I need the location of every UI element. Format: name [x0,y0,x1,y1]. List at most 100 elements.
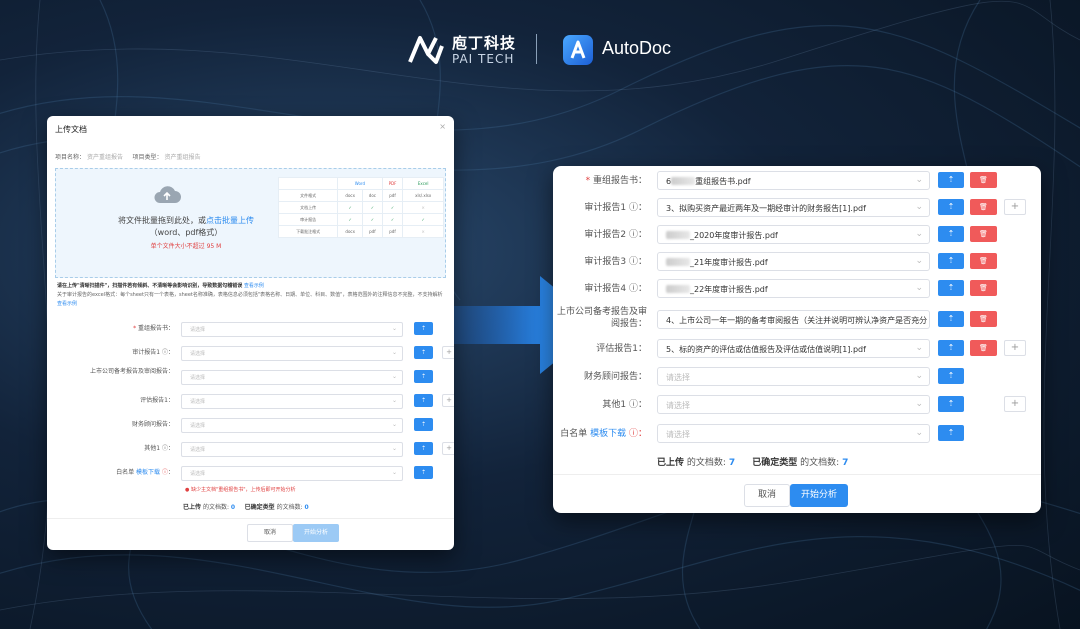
format-table-header: Word [337,177,383,190]
file-row: 审计报告1 ⓘ： 3、拟购买资产最近两年及一期经审计的财务报告[1].pdf ⌄ … [553,198,1041,218]
upload-button[interactable]: ⇡ [938,311,964,327]
add-row-button[interactable]: + [1004,199,1026,215]
batch-upload-link[interactable]: 点击批量上传 [206,216,254,225]
chevron-down-icon: ⌄ [391,325,397,332]
file-name: _21年度审计报告.pdf [690,258,768,267]
drop-formats: （word、pdf格式） [149,228,223,237]
chevron-down-icon: ⌄ [915,428,923,438]
notice-example-link-2[interactable]: 查看示例 [57,301,77,307]
add-row-button[interactable]: + [1004,396,1026,412]
upload-button[interactable]: ⇡ [938,368,964,384]
file-select[interactable]: 请选择 ⌄ [181,418,403,433]
document-counts: 已上传 的文档数: 0 已确定类型 的文档数: 0 [183,502,309,511]
file-name: _2020年度审计报告.pdf [690,231,778,240]
row-label: 白名单 模板下载 ⓘ： [560,428,647,440]
file-select[interactable]: 请选择 ⌄ [181,466,403,481]
product-name: AutoDoc [602,38,672,58]
file-select[interactable]: _21年度审计报告.pdf ⌄ [657,252,930,271]
file-select[interactable]: _2020年度审计报告.pdf ⌄ [657,225,930,244]
file-select[interactable]: _22年度审计报告.pdf ⌄ [657,279,930,298]
delete-button[interactable]: 🗑 [970,280,997,296]
cancel-button[interactable]: 取消 [744,484,790,507]
upload-button[interactable]: ⇡ [414,418,433,431]
delete-button[interactable]: 🗑 [970,172,997,188]
file-select[interactable]: 请选择 ⌄ [657,395,930,414]
uploaded-suffix: 的文档数: [686,458,726,468]
select-placeholder: 请选择 [666,401,690,410]
row-label: 上市公司备考报告及审阅报告： [89,368,174,375]
upload-button[interactable]: ⇡ [414,322,433,335]
file-select[interactable]: 请选择 ⌄ [181,442,403,457]
upload-button[interactable]: ⇡ [938,253,964,269]
start-analysis-button[interactable]: 开始分析 [293,524,339,542]
check-icon: ✓ [381,201,404,214]
upload-button[interactable]: ⇡ [414,466,433,479]
uploaded-label: 已上传 [183,504,202,511]
upload-button[interactable]: ⇡ [414,442,433,455]
upload-button[interactable]: ⇡ [938,226,964,242]
redacted-text [666,231,690,239]
upload-button[interactable]: ⇡ [938,396,964,412]
format-table-cell: docx [337,189,364,202]
check-icon: ✓ [362,201,383,214]
file-select[interactable]: 4、上市公司一年一期的备考审阅报告（关注并说明可辨认净资产是否充分 ⌄ [657,310,930,329]
select-value: _2020年度审计报告.pdf [666,230,778,241]
upload-button[interactable]: ⇡ [414,346,433,359]
upload-button[interactable]: ⇡ [938,280,964,296]
file-select[interactable]: 3、拟购买资产最近两年及一期经审计的财务报告[1].pdf ⌄ [657,198,930,217]
start-analysis-button[interactable]: 开始分析 [790,484,848,507]
uploaded-count: 7 [728,458,736,468]
add-row-button[interactable]: + [1004,340,1026,356]
delete-button[interactable]: 🗑 [970,226,997,242]
file-select[interactable]: 请选择 ⌄ [181,346,403,361]
delete-button[interactable]: 🗑 [970,311,997,327]
upload-button[interactable]: ⇡ [938,340,964,356]
chevron-down-icon: ⌄ [915,202,923,212]
file-size-limit: 单个文件大小不超过 95 M [150,243,222,250]
row-label: 审计报告1 ⓘ： [132,349,174,356]
delete-button[interactable]: 🗑 [970,253,997,269]
upload-button[interactable]: ⇡ [938,172,964,188]
format-table-cell: 下载批注格式 [277,225,339,238]
file-select[interactable]: 请选择 ⌄ [181,322,403,337]
delete-button[interactable]: 🗑 [970,199,997,215]
chevron-down-icon: ⌄ [391,445,397,452]
file-select[interactable]: 6 重组报告书.pdf ⌄ [657,171,930,190]
file-select[interactable]: 请选择 ⌄ [657,424,930,443]
cancel-button[interactable]: 取消 [247,524,293,542]
upload-button[interactable]: ⇡ [938,425,964,441]
notice-example-link[interactable]: 查看示例 [244,283,264,289]
file-drop-zone[interactable]: 将文件批量拖到此处，或点击批量上传 （word、pdf格式） 单个文件大小不超过… [55,168,446,278]
file-row: 白名单 模板下载 ⓘ： 请选择 ⌄ ⇡ [47,466,454,482]
file-select[interactable]: 请选择 ⌄ [657,367,930,386]
add-row-button[interactable]: + [442,394,454,407]
check-icon: ✓ [337,201,364,214]
add-row-button[interactable]: + [442,442,454,455]
uploaded-suffix: 的文档数: [202,504,229,511]
template-download-link[interactable]: 模板下载 [590,429,626,439]
upload-button[interactable]: ⇡ [414,370,433,383]
redacted-text [666,258,690,266]
delete-button[interactable]: 🗑 [970,340,997,356]
file-select[interactable]: 请选择 ⌄ [181,370,403,385]
upload-button[interactable]: ⇡ [414,394,433,407]
cloud-upload-icon [154,186,181,203]
close-icon[interactable]: × [439,122,446,131]
file-row: 审计报告4 ⓘ： _22年度审计报告.pdf ⌄ ⇡ 🗑 [553,279,1041,299]
chevron-down-icon: ⌄ [915,229,923,239]
template-download-link[interactable]: 模板下载 [136,469,160,476]
select-placeholder: 请选择 [666,373,690,382]
upload-button[interactable]: ⇡ [938,199,964,215]
project-name-value: 资产重组报告 [86,154,123,161]
autodoc-logo-icon [563,35,593,65]
file-select[interactable]: 请选择 ⌄ [181,394,403,409]
chevron-down-icon: ⌄ [915,256,923,266]
uploaded-label: 已上传 [657,458,685,468]
document-counts: 已上传 的文档数: 7 已确定类型 的文档数: 7 [657,455,848,468]
typed-suffix: 的文档数: [276,504,303,511]
row-label: 上市公司备考报告及审阅报告： [556,307,647,329]
missing-doc-warning: ● 缺少主文档"重组报告书"，上传后即可开始分析 [185,487,296,493]
add-row-button[interactable]: + [442,346,454,359]
file-select[interactable]: 5、标的资产的评估或估值报告及评估或估值说明[1].pdf ⌄ [657,339,930,358]
check-icon: ✓ [381,213,404,226]
